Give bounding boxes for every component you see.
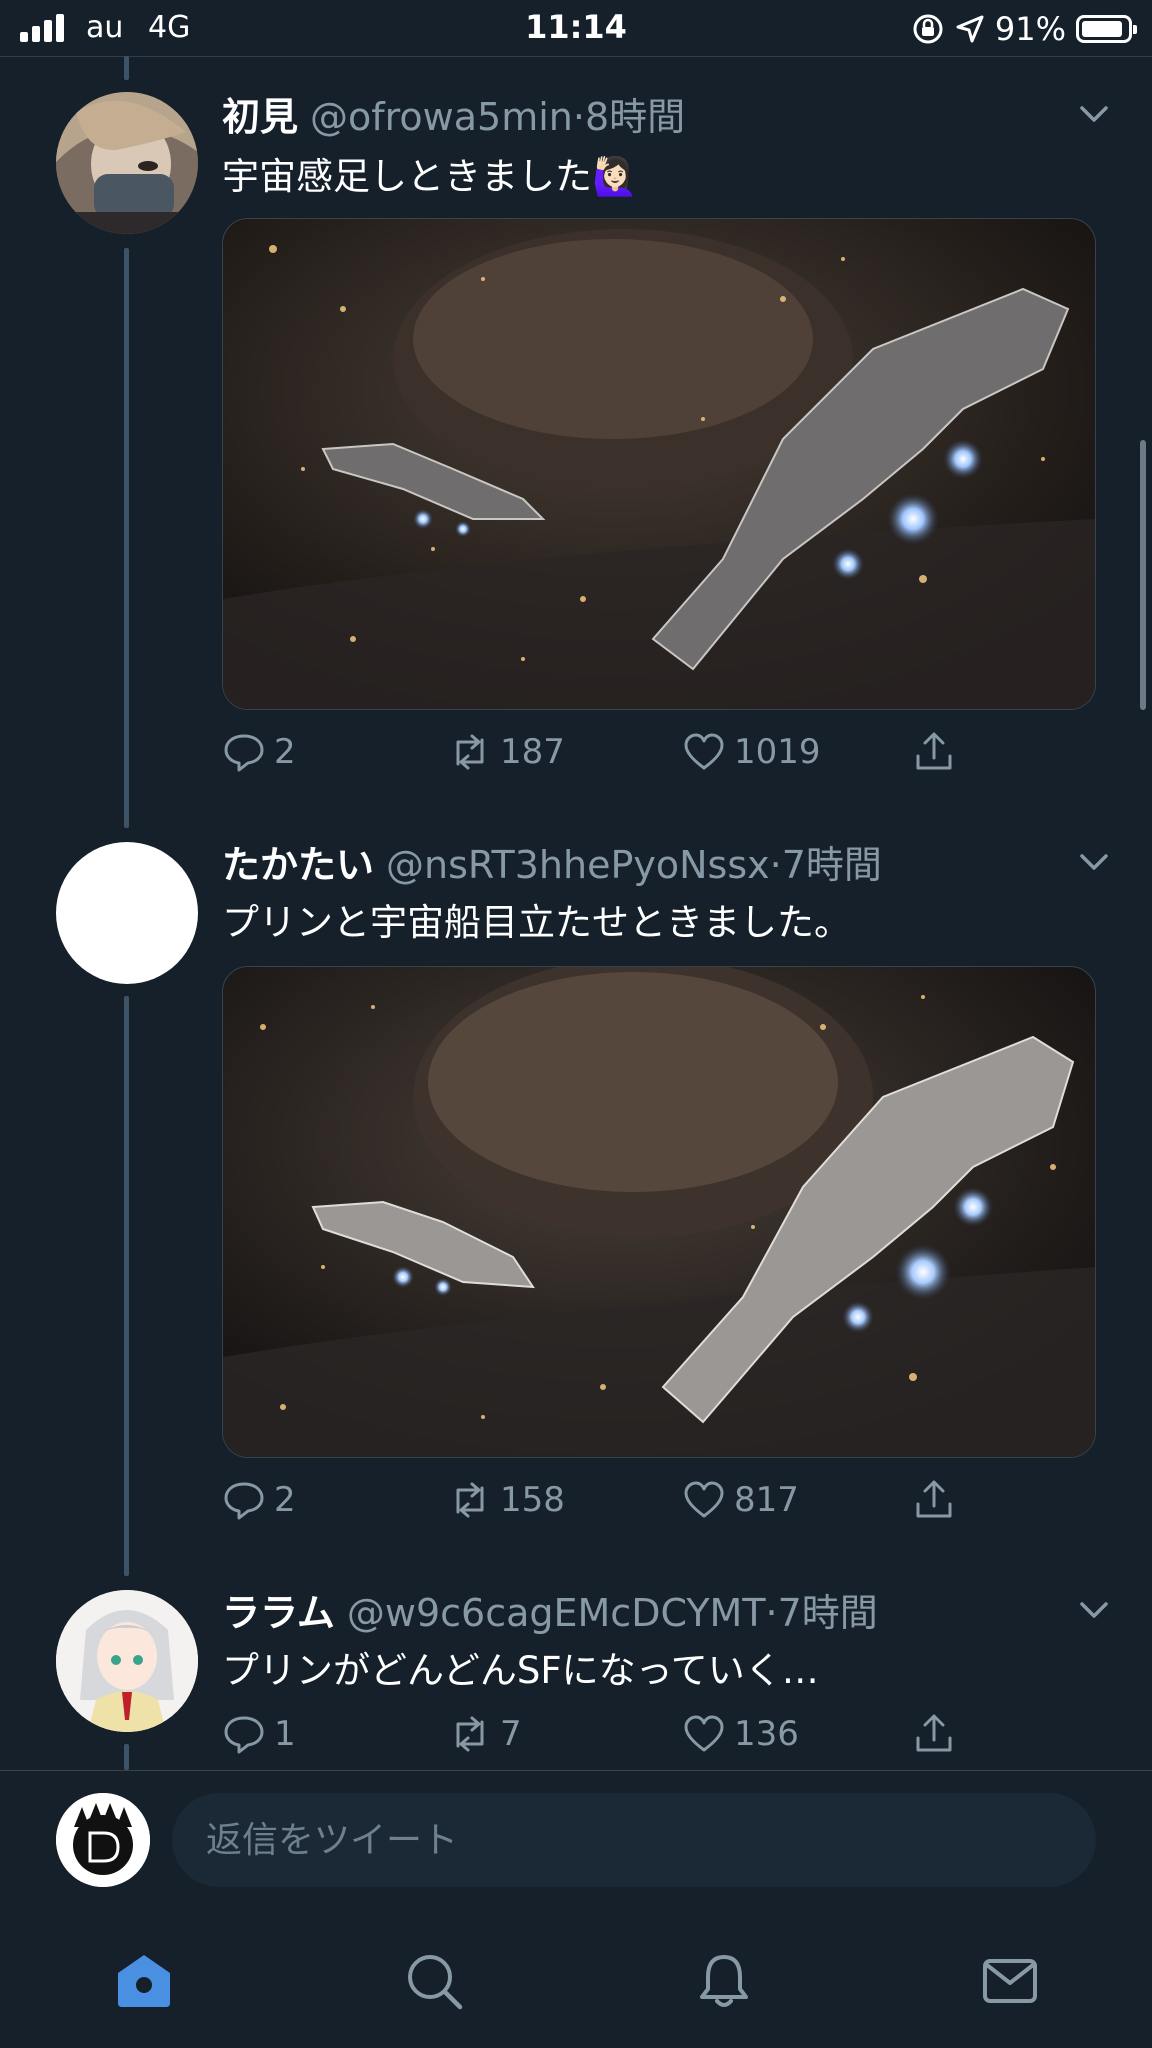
spaceship-image — [223, 219, 1095, 709]
status-bar: au 4G 11:14 91% — [0, 0, 1152, 57]
heart-icon — [684, 1715, 724, 1752]
search-icon — [408, 1955, 463, 2010]
retweet-button[interactable]: 7 — [448, 1712, 522, 1756]
spaceship-image — [223, 967, 1095, 1457]
share-button[interactable] — [912, 1712, 956, 1756]
share-button[interactable] — [912, 730, 956, 774]
retweet-button[interactable]: 187 — [448, 730, 565, 774]
chevron-down-icon[interactable] — [1076, 96, 1112, 132]
user-handle[interactable]: @ofrowa5min — [310, 95, 573, 139]
like-button[interactable]: 136 — [682, 1712, 799, 1756]
tweet-time[interactable]: 8時間 — [585, 95, 685, 139]
user-handle[interactable]: @w9c6cagEMcDCYMT — [347, 1591, 766, 1635]
reply-count: 1 — [274, 1714, 296, 1754]
bell-icon — [700, 1955, 748, 2007]
reply-bar — [0, 1771, 1152, 1911]
tweet-text: プリンがどんどんSFになっていく… — [222, 1649, 819, 1692]
avatar[interactable] — [56, 1793, 150, 1887]
retweet-icon — [456, 734, 484, 770]
like-count: 817 — [734, 1480, 799, 1520]
retweet-icon — [456, 1482, 484, 1518]
avatar[interactable] — [56, 1590, 198, 1732]
reply-count: 2 — [274, 1480, 296, 1520]
battery-icon — [1076, 15, 1137, 43]
tab-notifications[interactable] — [694, 1951, 754, 2011]
tweet-text: 宇宙感足しときました🙋🏻‍♀️ — [222, 155, 639, 198]
heart-icon — [684, 733, 724, 770]
tweet-time[interactable]: 7時間 — [782, 843, 882, 887]
separator: · — [572, 95, 585, 139]
location-arrow-icon — [956, 15, 984, 43]
tweet-image[interactable] — [222, 966, 1096, 1458]
separator: · — [769, 843, 782, 887]
share-button[interactable] — [912, 1478, 956, 1522]
display-name[interactable]: 初見 — [222, 95, 298, 139]
tweet-text: プリンと宇宙船目立たせときました。 — [222, 901, 851, 944]
retweet-button[interactable]: 158 — [448, 1478, 565, 1522]
reply-button[interactable]: 2 — [222, 1478, 296, 1522]
chevron-down-icon[interactable] — [1076, 844, 1112, 880]
thread-line — [124, 56, 129, 80]
rotation-lock-icon — [913, 14, 943, 44]
battery-percent: 91% — [994, 10, 1066, 48]
retweet-count: 187 — [500, 732, 565, 772]
reply-button[interactable]: 2 — [222, 730, 296, 774]
like-button[interactable]: 817 — [682, 1478, 799, 1522]
display-name[interactable]: ララム — [222, 1591, 335, 1635]
like-count: 136 — [734, 1714, 799, 1754]
like-button[interactable]: 1019 — [682, 730, 821, 774]
reply-button[interactable]: 1 — [222, 1712, 296, 1756]
retweet-count: 158 — [500, 1480, 565, 1520]
comment-icon — [224, 1482, 264, 1520]
heart-icon — [684, 1481, 724, 1518]
tweet-time[interactable]: 7時間 — [778, 1591, 878, 1635]
thread-line — [124, 248, 129, 828]
reply-count: 2 — [274, 732, 296, 772]
scrollbar[interactable] — [1140, 440, 1146, 710]
share-icon — [916, 1480, 952, 1518]
thread-line — [124, 996, 129, 1576]
tab-messages[interactable] — [980, 1951, 1040, 2011]
tweet-image[interactable] — [222, 218, 1096, 710]
separator: · — [765, 1591, 778, 1635]
thread-line — [124, 1744, 129, 1770]
tab-search[interactable] — [404, 1951, 464, 2011]
display-name[interactable]: たかたい — [222, 843, 374, 887]
tab-home[interactable] — [114, 1951, 174, 2011]
avatar[interactable] — [56, 842, 198, 984]
chevron-down-icon[interactable] — [1076, 1592, 1112, 1628]
like-count: 1019 — [734, 732, 821, 772]
comment-icon — [224, 734, 264, 772]
mail-icon — [983, 1959, 1037, 2003]
reply-input[interactable] — [172, 1793, 1096, 1887]
home-icon — [118, 1955, 170, 2007]
tab-bar — [0, 1911, 1152, 2048]
share-icon — [916, 732, 952, 770]
user-handle[interactable]: @nsRT3hhePyoNssx — [386, 843, 770, 887]
comment-icon — [224, 1716, 264, 1754]
retweet-icon — [456, 1716, 484, 1752]
avatar[interactable] — [56, 92, 198, 234]
share-icon — [916, 1714, 952, 1752]
retweet-count: 7 — [500, 1714, 522, 1754]
